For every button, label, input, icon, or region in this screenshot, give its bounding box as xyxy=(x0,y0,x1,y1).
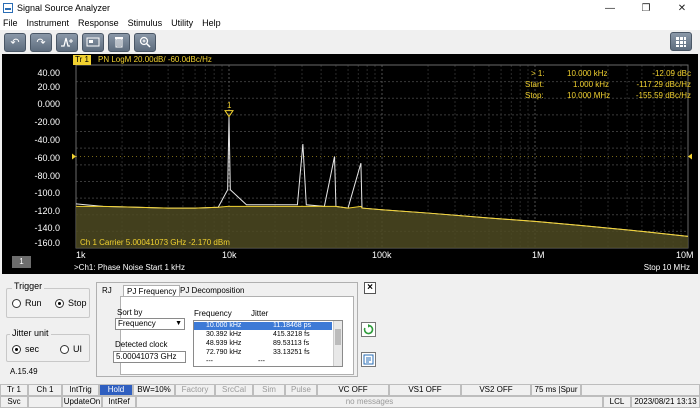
detected-clock-value: 5.00041073 GHz xyxy=(113,351,186,363)
app-icon xyxy=(3,3,13,13)
status-top-cell-12[interactable]: 75 ms |Spur xyxy=(531,384,581,396)
zoom-icon[interactable] xyxy=(134,32,156,52)
list-item[interactable]: 48.939 kHz 89.53113 fs xyxy=(194,340,332,348)
status-top-cell-9[interactable]: VC OFF xyxy=(317,384,389,396)
undo-icon[interactable]: ↶ xyxy=(4,32,26,52)
status-bottom-cell-2[interactable]: UpdateOn xyxy=(62,396,102,408)
tab-pj-frequency[interactable]: PJ Frequency xyxy=(123,285,181,296)
y-tick-label: -140.0 xyxy=(34,223,60,233)
status-top-cell-5[interactable]: Factory xyxy=(175,384,215,396)
menu-help[interactable]: Help xyxy=(202,18,221,28)
y-tick-label: -20.00 xyxy=(34,117,60,127)
list-scrollbar[interactable] xyxy=(333,321,342,366)
window-title: Signal Source Analyzer xyxy=(17,3,111,13)
reference-left-arrow xyxy=(72,153,76,160)
status-top-cell-2[interactable]: IntTrig xyxy=(62,384,99,396)
status-top-cell-3[interactable]: Hold xyxy=(99,384,133,396)
y-tick-label: -40.00 xyxy=(34,135,60,145)
status-top-cell-0[interactable]: Tr 1 xyxy=(0,384,28,396)
menu-instrument[interactable]: Instrument xyxy=(27,18,70,28)
status-bottom-cell-5[interactable]: LCL xyxy=(603,396,631,408)
y-tick-label: -100.0 xyxy=(34,188,60,198)
close-panel-icon[interactable]: × xyxy=(364,282,376,294)
carrier-readout: Ch 1 Carrier 5.00041073 GHz -2.170 dBm xyxy=(80,238,230,247)
y-tick-label: -80.00 xyxy=(34,171,60,181)
status-bar-top: Tr 1 Ch 1 IntTrig Hold BW=10% Factory SrcCal Si… xyxy=(0,384,700,396)
status-bottom-cell-1 xyxy=(28,396,62,408)
x-tick-label: 10k xyxy=(222,250,237,260)
y-tick-label: -60.00 xyxy=(34,153,60,163)
status-top-cell-10[interactable]: VS1 OFF xyxy=(389,384,461,396)
trace-tag[interactable]: Tr 1 xyxy=(73,55,91,65)
delete-icon[interactable] xyxy=(108,32,130,52)
status-top-cell-1[interactable]: Ch 1 xyxy=(28,384,62,396)
menu-utility[interactable]: Utility xyxy=(171,18,193,28)
x-tick-label: 100k xyxy=(372,250,392,260)
status-bottom-cell-0[interactable]: Svc xyxy=(0,396,28,408)
channel-sweep-info: >Ch1: Phase Noise Start 1 kHz xyxy=(74,263,185,272)
maximize-button[interactable]: ❐ xyxy=(628,0,664,16)
x-tick-label: 1M xyxy=(532,250,545,260)
trigger-label: Trigger xyxy=(12,281,45,291)
trigger-run-radio[interactable]: Run xyxy=(12,298,42,308)
column-frequency-header: Frequency xyxy=(194,309,232,318)
x-tick-label: 1k xyxy=(76,250,86,260)
status-top-cell-11[interactable]: VS2 OFF xyxy=(461,384,531,396)
menu-bar: File Instrument Response Stimulus Utilit… xyxy=(0,16,700,30)
y-tick-label: -160.0 xyxy=(34,238,60,248)
list-item[interactable]: --- --- xyxy=(194,358,332,366)
status-bottom-cell-4[interactable]: no messages xyxy=(136,396,603,408)
keypad-icon[interactable] xyxy=(670,32,692,51)
refresh-icon[interactable] xyxy=(361,322,376,337)
chevron-down-icon: ▼ xyxy=(175,320,182,327)
y-tick-label: 0.000 xyxy=(37,99,60,109)
screenshot-icon[interactable] xyxy=(82,32,104,52)
menu-response[interactable]: Response xyxy=(78,18,119,28)
trace-number-button[interactable]: 1 xyxy=(12,256,31,268)
marker-add-icon[interactable] xyxy=(56,32,78,52)
status-top-cell-7[interactable]: Sim xyxy=(253,384,285,396)
y-tick-label: -120.0 xyxy=(34,206,60,216)
status-top-cell-8[interactable]: Pulse xyxy=(285,384,317,396)
reference-right-arrow xyxy=(688,153,692,160)
jitter-unit-label: Jitter unit xyxy=(10,328,51,338)
redo-icon[interactable]: ↷ xyxy=(30,32,52,52)
title-bar: Signal Source Analyzer — ❐ ✕ xyxy=(0,0,700,16)
status-bottom-cell-3[interactable]: IntRef xyxy=(102,396,136,408)
status-bar-bottom: Svc UpdateOn IntRef no messages LCL 2023/08/2… xyxy=(0,396,700,408)
detected-clock-label: Detected clock xyxy=(115,340,168,349)
status-top-cell-4[interactable]: BW=10% xyxy=(133,384,175,396)
tab-pj-decomposition[interactable]: PJ Decomposition xyxy=(177,285,247,296)
export-icon[interactable] xyxy=(361,352,376,367)
trigger-stop-radio[interactable]: Stop xyxy=(55,298,87,308)
stop-frequency: Stop 10 MHz xyxy=(643,263,690,272)
close-window-button[interactable]: ✕ xyxy=(664,0,700,16)
marker-1-label[interactable]: 1 xyxy=(227,101,231,110)
column-jitter-header: Jitter xyxy=(251,309,269,318)
y-tick-label: 20.00 xyxy=(37,82,60,92)
pj-list[interactable]: 10.000 kHz 11.18468 ps 30.392 kHz 415.3218… xyxy=(193,320,343,367)
menu-stimulus[interactable]: Stimulus xyxy=(128,18,163,28)
list-item[interactable]: 72.790 kHz 33.13251 fs xyxy=(194,349,332,357)
tab-rj[interactable]: RJ xyxy=(99,285,115,296)
toolbar: ↶ ↷ xyxy=(0,30,700,54)
status-bottom-cell-6[interactable]: 2023/08/21 13:13 xyxy=(631,396,700,408)
sort-by-select[interactable]: Frequency ▼ xyxy=(115,318,185,330)
phase-noise-plot[interactable]: Tr 1 PN LogM 20.00dB/ -60.0dBc/Hz 40.00 … xyxy=(2,54,698,274)
lower-panel: Trigger Run Stop Jitter unit sec UI A.15… xyxy=(0,274,700,384)
firmware-version: A.15.49 xyxy=(10,367,38,376)
jitter-unit-ui-radio[interactable]: UI xyxy=(60,344,82,354)
list-item[interactable]: 30.392 kHz 415.3218 fs xyxy=(194,331,332,339)
minimize-button[interactable]: — xyxy=(592,0,628,16)
menu-file[interactable]: File xyxy=(3,18,18,28)
list-item[interactable]: 10.000 kHz 11.18468 ps xyxy=(194,322,332,330)
trace-title: PN LogM 20.00dB/ -60.0dBc/Hz xyxy=(98,55,212,64)
x-tick-label: 10M xyxy=(676,250,694,260)
y-tick-label: 40.00 xyxy=(37,68,60,78)
jitter-unit-sec-radio[interactable]: sec xyxy=(12,344,39,354)
status-top-cell-13 xyxy=(581,384,700,396)
sort-by-label: Sort by xyxy=(117,308,143,317)
status-top-cell-6[interactable]: SrcCal xyxy=(215,384,253,396)
